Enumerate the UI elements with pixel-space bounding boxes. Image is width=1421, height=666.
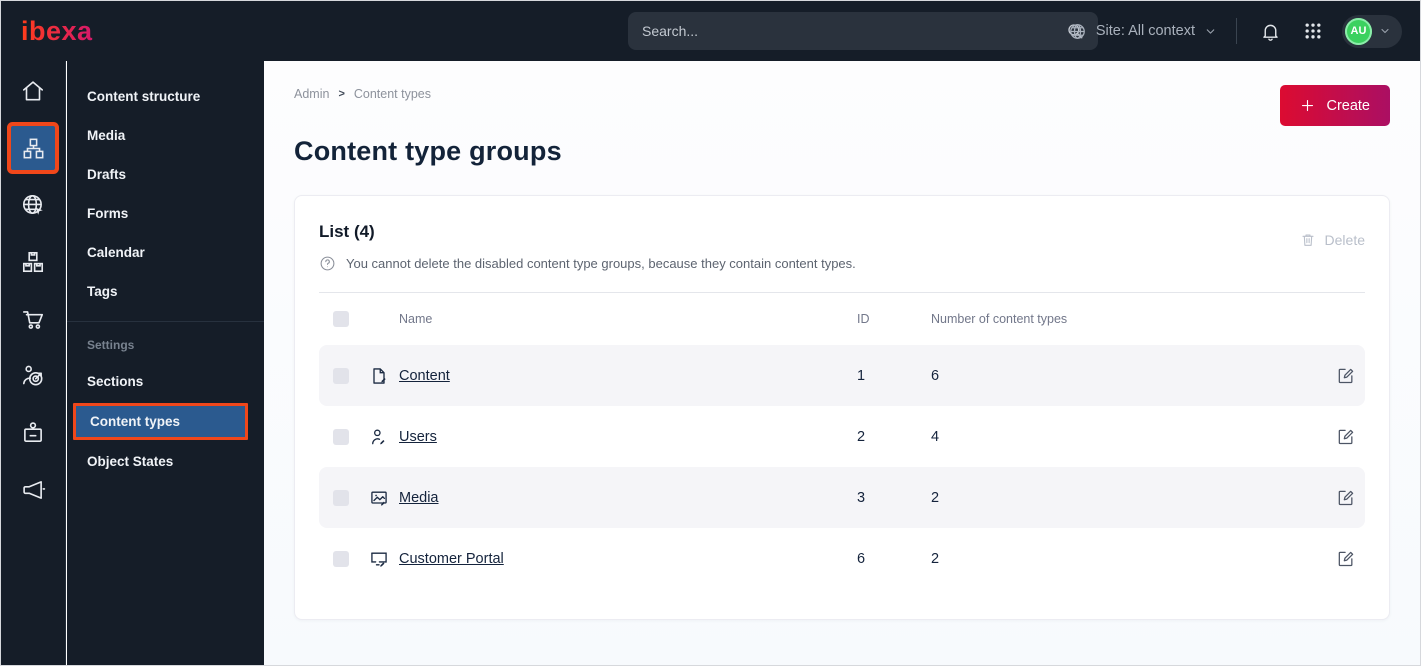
sidebar-item-calendar[interactable]: Calendar [67, 233, 264, 272]
table-row-customer-portal: Customer Portal 6 2 [319, 528, 1365, 589]
topbar: ibexa Site: All context [1, 1, 1420, 61]
media-image-icon [369, 488, 399, 508]
group-link-customer-portal[interactable]: Customer Portal [399, 551, 857, 567]
rail-item-products[interactable] [11, 240, 55, 284]
edit-button[interactable] [1325, 488, 1365, 507]
app-window: ibexa Site: All context [0, 0, 1421, 666]
avatar: AU [1345, 17, 1372, 45]
edit-button[interactable] [1325, 549, 1365, 568]
group-id: 3 [857, 489, 866, 506]
sidebar-item-drafts[interactable]: Drafts [67, 155, 264, 194]
create-button-label: Create [1326, 97, 1370, 114]
content-file-icon [369, 366, 399, 386]
panel-header: List (4) You cannot delete the disabled … [319, 222, 1365, 272]
breadcrumb-content-types: Content types [353, 87, 432, 101]
create-button[interactable]: Create [1280, 85, 1390, 126]
header-count: Number of content types [931, 312, 1068, 326]
page-title: Content type groups [294, 136, 562, 166]
breadcrumb-admin[interactable]: Admin [294, 87, 329, 101]
group-id: 6 [857, 550, 866, 567]
row-checkbox[interactable] [333, 367, 349, 384]
table-row-users: Users 2 4 [319, 406, 1365, 467]
select-all-checkbox[interactable] [333, 311, 349, 327]
header-id: ID [857, 312, 870, 326]
sidebar-divider [67, 321, 264, 322]
site-globe-cursor-icon [20, 192, 46, 218]
id-badge-icon [20, 420, 46, 446]
topbar-actions: Site: All context AU [1068, 1, 1402, 61]
rail-item-commerce[interactable] [11, 297, 55, 341]
shopping-cart-icon [20, 306, 46, 332]
main-nav-rail [1, 61, 66, 665]
person-target-icon [20, 363, 46, 389]
topbar-divider [1236, 18, 1237, 44]
group-id: 1 [857, 367, 866, 384]
row-checkbox[interactable] [333, 428, 349, 445]
sidebar-item-content-types (active, annotated)[interactable]: Content types [73, 403, 248, 440]
search-input[interactable] [642, 23, 1066, 39]
product-boxes-icon [20, 249, 46, 275]
breadcrumb-separator: > [338, 88, 345, 100]
sidebar-item-content-structure[interactable]: Content structure [67, 77, 264, 116]
group-id: 2 [857, 428, 866, 445]
sidebar-item-media[interactable]: Media [67, 116, 264, 155]
edit-button[interactable] [1325, 366, 1365, 385]
group-link-content[interactable]: Content [399, 368, 857, 384]
breadcrumb: Admin > Content types [294, 87, 1390, 101]
globe-icon [1068, 22, 1087, 41]
sidebar-settings-label: Settings [87, 338, 135, 352]
notifications-button[interactable] [1256, 17, 1284, 45]
apps-grid-button[interactable] [1299, 17, 1327, 45]
customer-portal-monitor-icon [369, 549, 399, 569]
grid-dots-icon [1303, 21, 1323, 41]
site-context-switcher[interactable]: Site: All context [1068, 22, 1217, 41]
ibexa-logo[interactable]: ibexa [21, 14, 107, 48]
row-checkbox[interactable] [333, 550, 349, 567]
main-content: Admin > Content types Create Content typ… [264, 61, 1420, 665]
group-link-media[interactable]: Media [399, 490, 857, 506]
trash-icon [1300, 232, 1316, 248]
group-link-users[interactable]: Users [399, 429, 857, 445]
rail-item-site[interactable] [11, 183, 55, 227]
info-text: You cannot delete the disabled content t… [346, 256, 856, 271]
rail-item-content (annotated)[interactable] [11, 126, 55, 170]
sidebar-item-forms[interactable]: Forms [67, 194, 264, 233]
sidebar-item-object-states[interactable]: Object States [67, 442, 264, 481]
info-row: You cannot delete the disabled content t… [319, 255, 856, 272]
table-row-media: Media 3 2 [319, 467, 1365, 528]
bell-icon [1260, 21, 1281, 42]
group-count: 4 [931, 428, 940, 445]
chevron-down-icon [1204, 25, 1217, 38]
table-header-row: Name ID Number of content types [319, 293, 1365, 345]
group-count: 6 [931, 367, 940, 384]
delete-button[interactable]: Delete [1300, 232, 1365, 248]
row-checkbox[interactable] [333, 489, 349, 506]
megaphone-icon [20, 477, 46, 503]
content-structure-icon [21, 136, 46, 161]
header-name: Name [399, 312, 433, 326]
user-menu-chevron-icon [1379, 25, 1391, 37]
logo-text: ibexa [21, 16, 93, 46]
sidebar-item-tags[interactable]: Tags [67, 272, 264, 311]
table-row-content: Content 1 6 [319, 345, 1365, 406]
rail-item-dashboard[interactable] [11, 69, 55, 113]
content-sidebar: Content structure Media Drafts Forms Cal… [67, 61, 264, 665]
group-count: 2 [931, 550, 940, 567]
list-count-title: List (4) [319, 222, 375, 241]
plus-icon [1300, 98, 1315, 113]
user-menu[interactable]: AU [1342, 14, 1402, 48]
edit-button[interactable] [1325, 427, 1365, 446]
delete-button-label: Delete [1324, 232, 1365, 248]
question-circle-icon [319, 255, 336, 272]
site-context-label: Site: All context [1095, 23, 1195, 39]
users-person-icon [369, 427, 399, 447]
rail-item-admin[interactable] [11, 411, 55, 455]
group-count: 2 [931, 489, 940, 506]
sidebar-item-sections[interactable]: Sections [67, 362, 264, 401]
rail-item-personalization[interactable] [11, 354, 55, 398]
home-icon [20, 78, 46, 104]
rail-item-marketing[interactable] [11, 468, 55, 512]
global-search[interactable] [628, 12, 1098, 50]
content-type-groups-panel: List (4) You cannot delete the disabled … [294, 195, 1390, 620]
